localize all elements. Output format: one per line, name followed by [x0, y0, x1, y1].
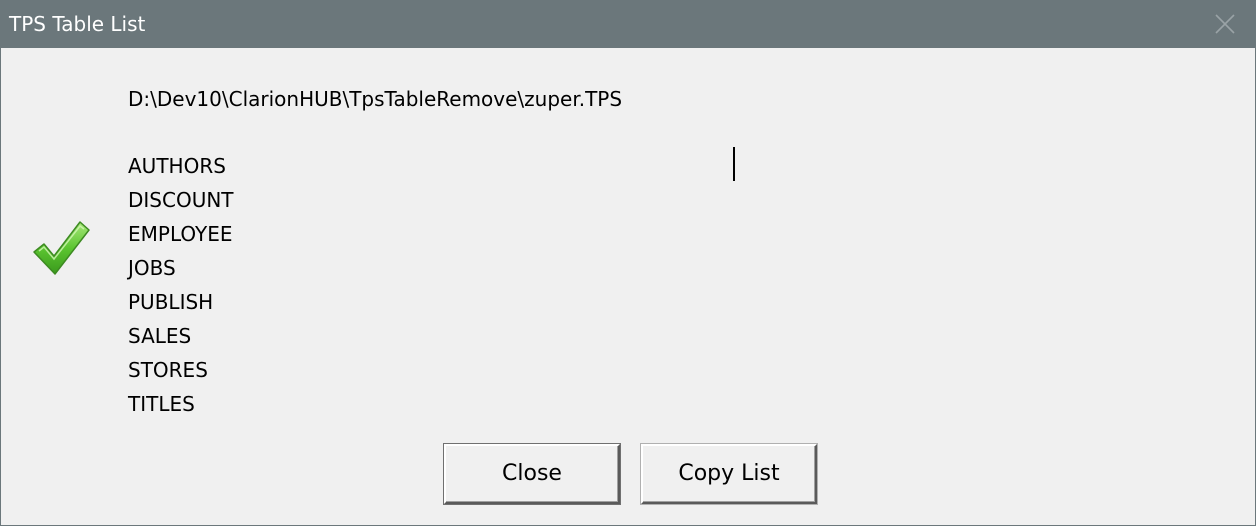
window-close-button[interactable]	[1199, 0, 1255, 48]
checkmark-icon	[31, 218, 93, 278]
dialog-window: TPS Table List D:\Dev10\ClarionHUB\TpsTa…	[0, 0, 1256, 526]
file-path-label: D:\Dev10\ClarionHUB\TpsTableRemove\zuper…	[128, 87, 623, 111]
list-item: SALES	[128, 324, 192, 348]
copy-list-button[interactable]: Copy List	[641, 444, 817, 504]
title-bar[interactable]: TPS Table List	[1, 0, 1255, 48]
list-item: AUTHORS	[128, 154, 226, 178]
list-item: TITLES	[128, 392, 195, 416]
close-button[interactable]: Close	[444, 444, 620, 504]
close-icon	[1215, 14, 1235, 34]
window-title: TPS Table List	[9, 12, 146, 36]
list-item: EMPLOYEE	[128, 222, 233, 246]
list-item: DISCOUNT	[128, 188, 234, 212]
list-item: PUBLISH	[128, 290, 214, 314]
text-cursor	[733, 147, 735, 181]
list-item: JOBS	[128, 256, 176, 280]
list-item: STORES	[128, 358, 208, 382]
table-list: AUTHORS DISCOUNT EMPLOYEE JOBS PUBLISH S…	[128, 153, 234, 425]
